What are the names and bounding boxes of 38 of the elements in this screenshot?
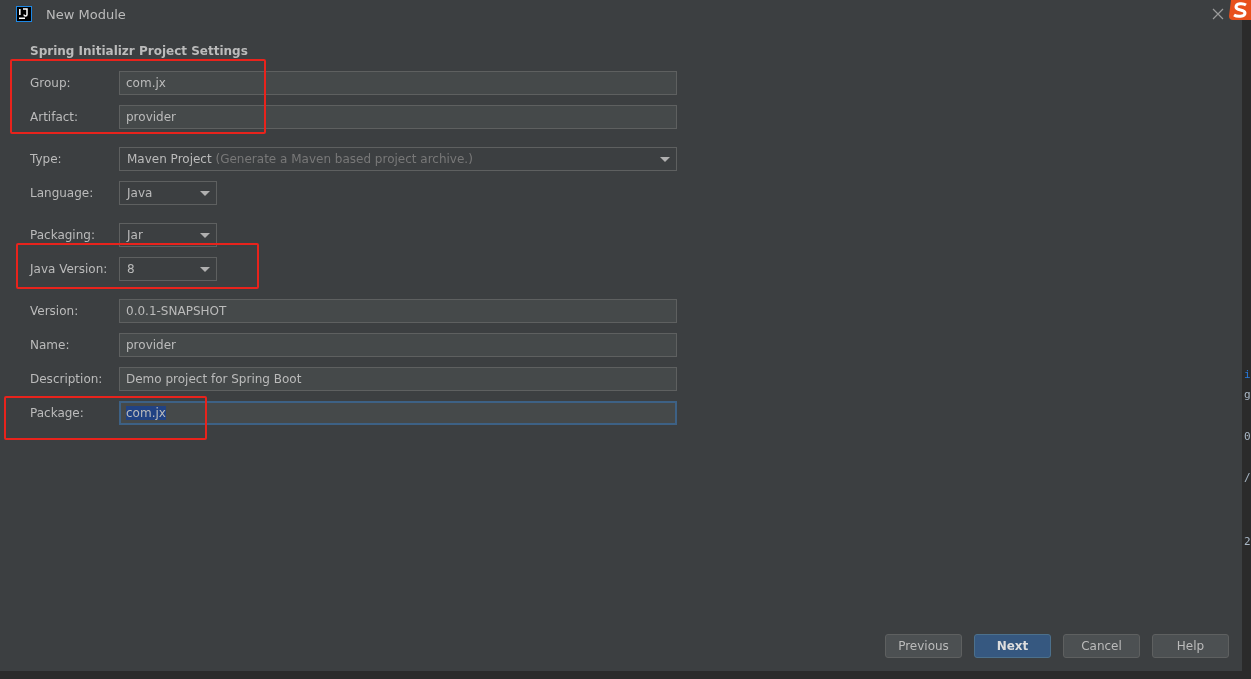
text-field[interactable]: com.jx xyxy=(119,71,677,95)
text-field[interactable]: com.jx xyxy=(119,401,677,425)
input-method-logo-icon xyxy=(1228,0,1251,22)
dialog-button[interactable]: Next xyxy=(974,634,1051,658)
dropdown[interactable]: Maven Project (Generate a Maven based project archive.) xyxy=(119,147,677,171)
text-field[interactable]: Demo project for Spring Boot xyxy=(119,367,677,391)
caret-icon xyxy=(200,190,210,196)
caret-icon xyxy=(200,232,210,238)
field-label: Package: xyxy=(30,406,85,420)
field-label: Artifact: xyxy=(30,110,80,124)
dialog-button[interactable]: Cancel xyxy=(1063,634,1140,658)
field-label: Name: xyxy=(30,338,71,352)
dropdown[interactable]: Jar xyxy=(119,223,217,247)
window-title: New Module xyxy=(46,6,126,22)
editor-text: 0 xyxy=(1244,430,1251,443)
section-title: Spring Initializr Project Settings xyxy=(30,44,249,58)
field-label: Java Version: xyxy=(30,262,109,276)
field-label: Version: xyxy=(30,304,80,318)
caret-icon xyxy=(200,266,210,272)
editor-text: 2 xyxy=(1244,535,1251,548)
dialog-button[interactable]: Help xyxy=(1152,634,1229,658)
caret-icon xyxy=(660,156,670,162)
app-logo-icon xyxy=(16,6,32,22)
field-label: Type: xyxy=(30,152,63,166)
text-field[interactable]: provider xyxy=(119,105,677,129)
dropdown[interactable]: 8 xyxy=(119,257,217,281)
text-field[interactable]: provider xyxy=(119,333,677,357)
dropdown[interactable]: Java xyxy=(119,181,217,205)
editor-text: g xyxy=(1244,388,1251,401)
field-label: Group: xyxy=(30,76,72,90)
close-icon[interactable] xyxy=(1212,8,1224,20)
dialog-button[interactable]: Previous xyxy=(885,634,962,658)
text-field[interactable]: 0.0.1-SNAPSHOT xyxy=(119,299,677,323)
field-label: Description: xyxy=(30,372,104,386)
field-label: Language: xyxy=(30,186,95,200)
field-label: Packaging: xyxy=(30,228,96,242)
editor-text: / xyxy=(1244,471,1251,484)
editor-text: i xyxy=(1244,368,1251,381)
